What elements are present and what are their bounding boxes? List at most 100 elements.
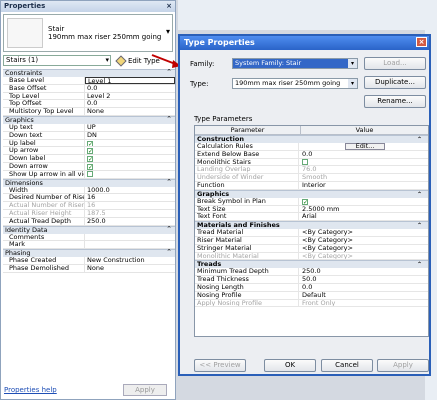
parameter-name: Riser Material [195,236,299,244]
property-value[interactable]: ✓ [85,155,175,162]
chevron-down-icon[interactable]: ▾ [348,79,357,88]
collapse-icon[interactable]: ⌃ [417,191,422,198]
property-name: Top Level [3,92,85,100]
property-value[interactable]: 250.0 [85,218,175,225]
group-header-construction[interactable]: Construction ⌃ [195,135,428,143]
parameter-value[interactable]: Interior [299,182,428,189]
checkbox[interactable] [302,158,308,165]
close-icon[interactable]: × [166,2,172,11]
property-value[interactable]: UP [85,124,175,131]
property-value[interactable]: ✓ [85,163,175,170]
group-header-dimensions[interactable]: Dimensions ⌃ [3,178,175,187]
instance-filter-dropdown[interactable]: Stairs (1) ▾ [3,55,111,66]
group-header-phasing[interactable]: Phasing ⌃ [3,249,175,258]
type-type-name: 190mm max riser 250mm going [48,33,162,41]
parameter-name: Stringer Material [195,244,299,252]
property-value[interactable]: 1000.0 [85,187,175,194]
properties-title-bar: Properties × [1,1,175,12]
chevron-down-icon[interactable]: ▾ [105,56,109,64]
parameter-value[interactable]: Arial [299,213,428,220]
type-name: Stair 190mm max riser 250mm going [48,25,161,41]
parameter-value[interactable]: 2.5000 mm [299,206,428,213]
close-icon[interactable]: × [416,37,427,47]
collapse-icon[interactable]: ⌃ [417,222,422,229]
property-value[interactable]: None [85,108,175,115]
property-value[interactable] [85,234,175,241]
checkbox[interactable] [87,170,93,177]
properties-help-link[interactable]: Properties help [4,386,57,394]
collapse-icon[interactable]: ⌃ [166,249,172,256]
chevron-down-icon[interactable]: ▾ [166,27,170,36]
load-button[interactable]: Load... [364,57,426,70]
checkbox[interactable]: ✓ [87,163,93,170]
parameter-value[interactable]: 50.0 [299,276,428,283]
group-header-graphics[interactable]: Graphics ⌃ [195,189,428,198]
cancel-button[interactable]: Cancel [321,359,373,372]
property-row-width: Width 1000.0 [3,186,175,195]
parameter-value[interactable]: ✓ [299,198,428,205]
rename-button[interactable]: Rename... [364,95,426,108]
group-header-graphics[interactable]: Graphics ⌃ [3,115,175,124]
checkbox[interactable]: ✓ [87,148,93,155]
parameter-value[interactable] [299,158,428,166]
property-value[interactable] [85,170,175,178]
property-row-mark: Mark [3,241,175,250]
family-dropdown[interactable]: System Family: Stair ▾ [232,58,358,69]
group-header-treads[interactable]: Treads ⌃ [195,260,428,269]
parameter-value: Front Only [302,299,336,307]
property-row-down-label: Down label ✓ [3,155,175,163]
property-value[interactable]: Level 1 [85,77,175,84]
property-row-multistory-top-level: Multistory Top Level None [3,108,175,116]
property-name: Down label [3,155,85,162]
duplicate-button[interactable]: Duplicate... [364,76,426,89]
property-row-down-arrow: Down arrow ✓ [3,162,175,171]
chevron-down-icon[interactable]: ▾ [348,59,357,68]
property-row-phase-demolished: Phase Demolished None [3,264,175,273]
group-label: Treads [197,260,222,269]
collapse-icon[interactable]: ⌃ [417,136,422,143]
group-header-materials-and-finishes[interactable]: Materials and Finishes ⌃ [195,221,428,230]
property-value[interactable]: 0.0 [85,100,175,107]
checkbox[interactable]: ✓ [87,140,93,147]
collapse-icon[interactable]: ⌃ [166,115,172,123]
grid-header: Parameter Value [195,126,428,135]
preview-button[interactable]: << Preview [194,359,246,372]
parameter-row-stringer-material: Stringer Material <By Category> [195,244,428,253]
parameter-value[interactable]: Default [299,292,428,299]
apply-button[interactable]: Apply [123,384,167,396]
parameter-value[interactable]: <By Category> [299,237,428,244]
property-value[interactable]: 0.0 [85,85,175,92]
property-name: Base Offset [3,84,85,92]
ok-button[interactable]: OK [264,359,316,372]
collapse-icon[interactable]: ⌃ [166,178,172,186]
property-value[interactable]: 16 [85,194,175,201]
group-header-identity-data[interactable]: Identity Data ⌃ [3,225,175,234]
property-row-actual-tread-depth: Actual Tread Depth 250.0 [3,217,175,226]
type-dropdown[interactable]: 190mm max riser 250mm going ▾ [232,78,358,89]
parameter-value[interactable]: 250.0 [299,268,428,275]
property-value[interactable]: DN [85,132,175,139]
parameter-value[interactable]: 0.0 [299,151,428,158]
type-selector[interactable]: Stair 190mm max riser 250mm going ▾ [3,14,173,52]
parameter-value[interactable]: <By Category> [299,229,428,236]
calculation-rules-edit-button[interactable]: Edit... [345,143,385,150]
property-value[interactable]: None [85,265,175,272]
checkbox[interactable]: ✓ [87,156,93,162]
collapse-icon[interactable]: ⌃ [417,261,422,268]
parameter-value[interactable]: 0.0 [299,284,428,291]
parameter-value[interactable]: Edit... [299,143,428,150]
checkbox[interactable]: ✓ [302,198,308,205]
property-value[interactable] [85,241,175,248]
property-value[interactable]: New Construction [85,257,175,264]
property-value[interactable]: ✓ [85,140,175,147]
parameter-value[interactable]: <By Category> [299,245,428,252]
apply-button[interactable]: Apply [377,359,429,372]
parameter-row-break-symbol-in-plan: Break Symbol in Plan ✓ [195,197,428,206]
property-name: Width [3,186,85,194]
background-area [178,0,437,30]
property-name: Base Level [3,77,85,84]
property-value[interactable]: Level 2 [85,93,175,100]
collapse-icon[interactable]: ⌃ [166,225,172,233]
property-value[interactable]: ✓ [85,147,175,155]
edit-type-icon [115,54,127,67]
